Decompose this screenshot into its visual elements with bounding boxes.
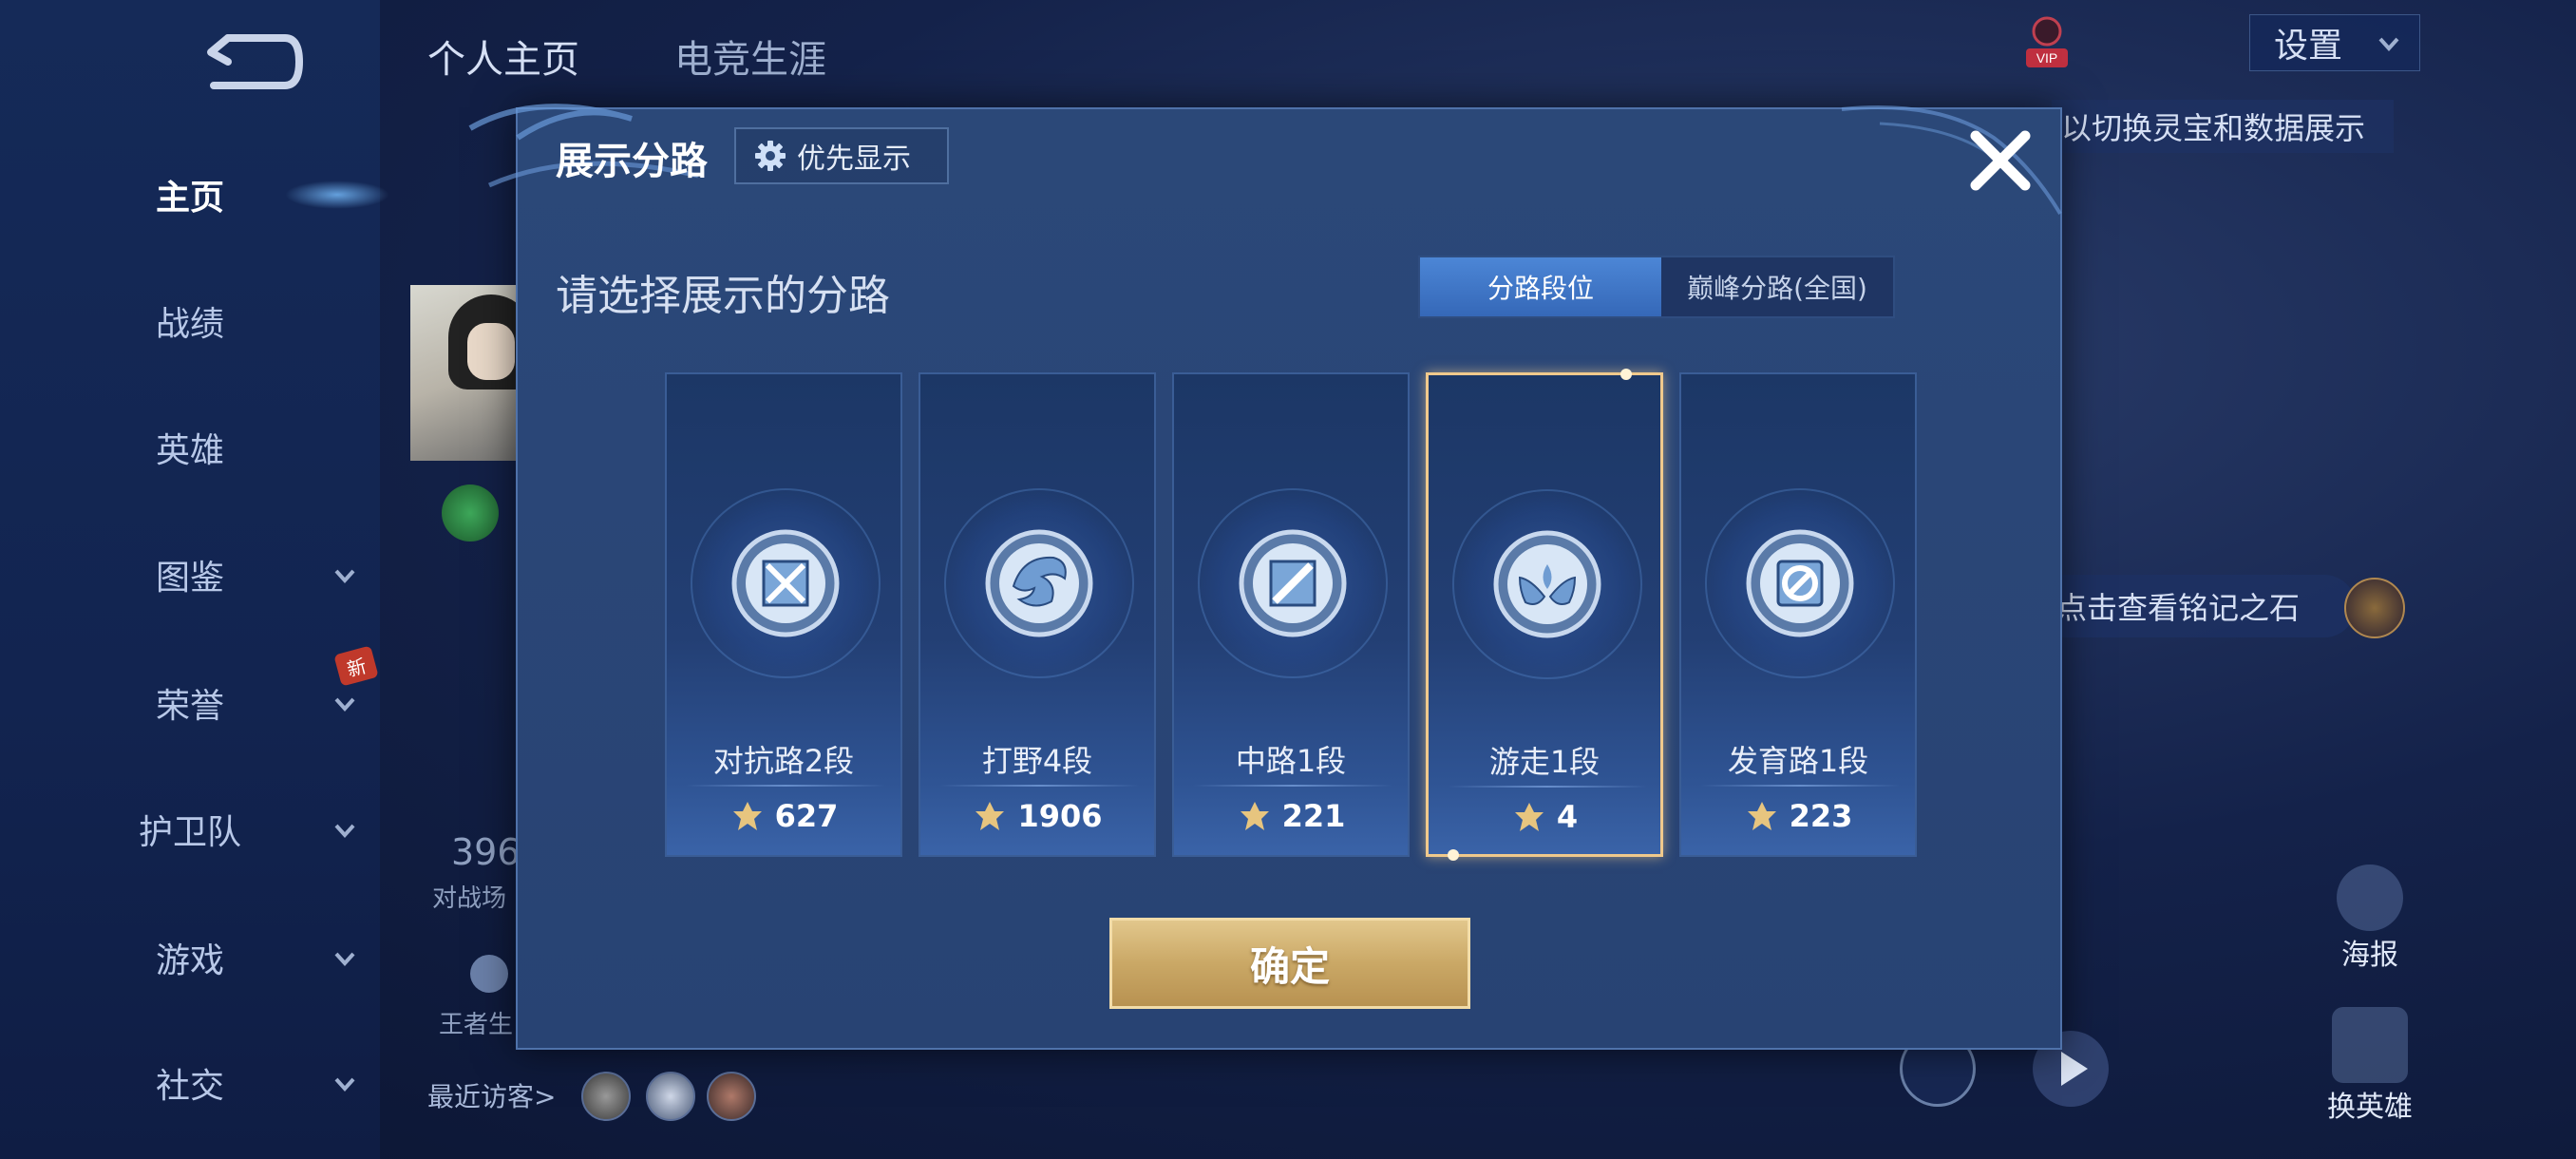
points-icon — [1514, 803, 1544, 831]
lane-score-value: 223 — [1789, 798, 1853, 834]
mid-lane-icon — [1239, 529, 1347, 637]
chevron-down-icon — [334, 824, 355, 838]
poster-icon — [2337, 864, 2403, 931]
lane-card-roam[interactable]: 游走1段 4 — [1426, 369, 1663, 861]
lane-score-value: 221 — [1281, 798, 1346, 834]
lane-score-value: 4 — [1556, 799, 1579, 835]
poster-button[interactable]: 海报 — [2332, 864, 2408, 972]
toggle-lane-rank[interactable]: 分路段位 — [1420, 257, 1661, 316]
lane-score-value: 627 — [774, 798, 839, 834]
sidebar-item-label: 护卫队 — [138, 813, 241, 852]
close-icon[interactable] — [1962, 123, 2038, 199]
lane-score: 4 — [1429, 799, 1660, 835]
sidebar-item-label: 荣誉 — [155, 687, 224, 726]
sidebar-item[interactable]: 荣誉 — [0, 665, 380, 741]
poster-label: 海报 — [2341, 939, 2398, 972]
chevron-down-icon — [334, 952, 355, 966]
points-icon — [732, 802, 762, 830]
sidebar-item[interactable]: 社交 — [0, 1045, 380, 1121]
lane-name: 中路1段 — [1235, 743, 1347, 779]
lane-name: 对抗路2段 — [712, 743, 855, 779]
lane-display-dialog: 展示分路 优先显示 请选择展示的分路 分路段位 巅峰分路(全国) 对抗路2段 6… — [468, 104, 2062, 1050]
points-icon — [975, 802, 1005, 830]
roam-icon — [1493, 530, 1601, 638]
points-icon — [1747, 802, 1776, 830]
lane-name: 发育路1段 — [1727, 743, 1869, 779]
sidebar-item[interactable]: 主页 — [0, 157, 380, 233]
sidebar-item-label: 战绩 — [155, 305, 224, 344]
lane-score: 223 — [1681, 798, 1915, 834]
visitor-avatar[interactable] — [646, 1072, 695, 1121]
swap-hero-button[interactable]: 换英雄 — [2318, 1007, 2422, 1124]
farm-lane-icon — [1746, 529, 1854, 637]
king-label: 王者生 — [439, 1011, 514, 1039]
visitor-avatar[interactable] — [707, 1072, 756, 1121]
rune-icon[interactable] — [2344, 578, 2405, 638]
lane-score-value: 1906 — [1017, 798, 1103, 834]
swap-hero-label: 换英雄 — [2327, 1091, 2413, 1124]
svg-text:VIP: VIP — [2036, 50, 2058, 66]
dialog-title: 展示分路 — [556, 140, 708, 183]
jungle-icon — [985, 529, 1093, 637]
sidebar-item[interactable]: 护卫队 — [0, 791, 380, 867]
lane-card-jungle[interactable]: 打野4段 1906 — [919, 372, 1156, 857]
lane-score: 1906 — [920, 798, 1154, 834]
lane-name: 游走1段 — [1488, 744, 1601, 780]
king-icon — [470, 955, 508, 993]
settings-dropdown[interactable]: 设置 — [2249, 14, 2420, 71]
back-arrow-icon[interactable] — [199, 28, 304, 95]
sidebar-item[interactable]: 游戏 — [0, 920, 380, 996]
sidebar-item-label: 图鉴 — [155, 559, 224, 598]
sidebar-item-label: 英雄 — [155, 431, 224, 470]
priority-display-label: 优先显示 — [797, 142, 911, 176]
priority-display-button[interactable]: 优先显示 — [734, 127, 949, 184]
sidebar-item-label: 游戏 — [155, 941, 224, 980]
clash-lane-icon — [731, 529, 840, 637]
confirm-button[interactable]: 确定 — [1109, 918, 1470, 1009]
chevron-down-icon — [334, 569, 355, 583]
recent-visitors-link[interactable]: 最近访客> — [427, 1076, 556, 1114]
sidebar-item-label: 社交 — [155, 1067, 224, 1106]
sidebar-item[interactable]: 图鉴 — [0, 537, 380, 613]
visitor-avatar[interactable] — [581, 1072, 631, 1121]
tab-profile[interactable]: 个人主页 — [427, 28, 579, 84]
toggle-peak-lane[interactable]: 巅峰分路(全国) — [1661, 257, 1893, 316]
dialog-subtitle: 请选择展示的分路 — [556, 272, 890, 320]
sidebar-item[interactable]: 战绩 — [0, 283, 380, 359]
top-tabs: 个人主页 电竞生涯 — [427, 28, 826, 84]
vip-icon: VIP — [2026, 16, 2068, 67]
stat-number: 396 — [451, 831, 521, 873]
sidebar-item-label: 主页 — [155, 179, 224, 218]
rune-hint[interactable]: 点击查看铭记之石 — [2033, 575, 2356, 637]
stat-label: 对战场 — [432, 884, 507, 913]
lane-card-farm[interactable]: 发育路1段 223 — [1679, 372, 1917, 857]
settings-label: 设置 — [2274, 27, 2343, 66]
lane-score: 627 — [667, 798, 900, 834]
hint-banner: 以切换灵宝和数据展示 — [2052, 100, 2394, 153]
vip-area[interactable]: VIP — [2023, 14, 2213, 71]
swap-hero-icon — [2332, 1007, 2408, 1083]
chevron-down-icon — [2378, 37, 2399, 51]
lane-card-clash[interactable]: 对抗路2段 627 — [665, 372, 902, 857]
chevron-down-icon — [334, 697, 355, 712]
lane-mode-toggle: 分路段位 巅峰分路(全国) — [1418, 256, 1895, 318]
points-icon — [1240, 802, 1269, 830]
tab-esports[interactable]: 电竞生涯 — [674, 28, 826, 84]
sidebar-item[interactable]: 英雄 — [0, 409, 380, 485]
lane-card-mid[interactable]: 中路1段 221 — [1172, 372, 1410, 857]
lane-score: 221 — [1174, 798, 1408, 834]
lane-list: 对抗路2段 627 打野4段 1906 中路1段 221 游走1段 4 发育路1… — [665, 369, 1921, 861]
green-emblem-icon — [442, 484, 499, 542]
chevron-down-icon — [334, 1077, 355, 1092]
gear-icon — [755, 141, 786, 171]
lane-name: 打野4段 — [981, 743, 1093, 779]
